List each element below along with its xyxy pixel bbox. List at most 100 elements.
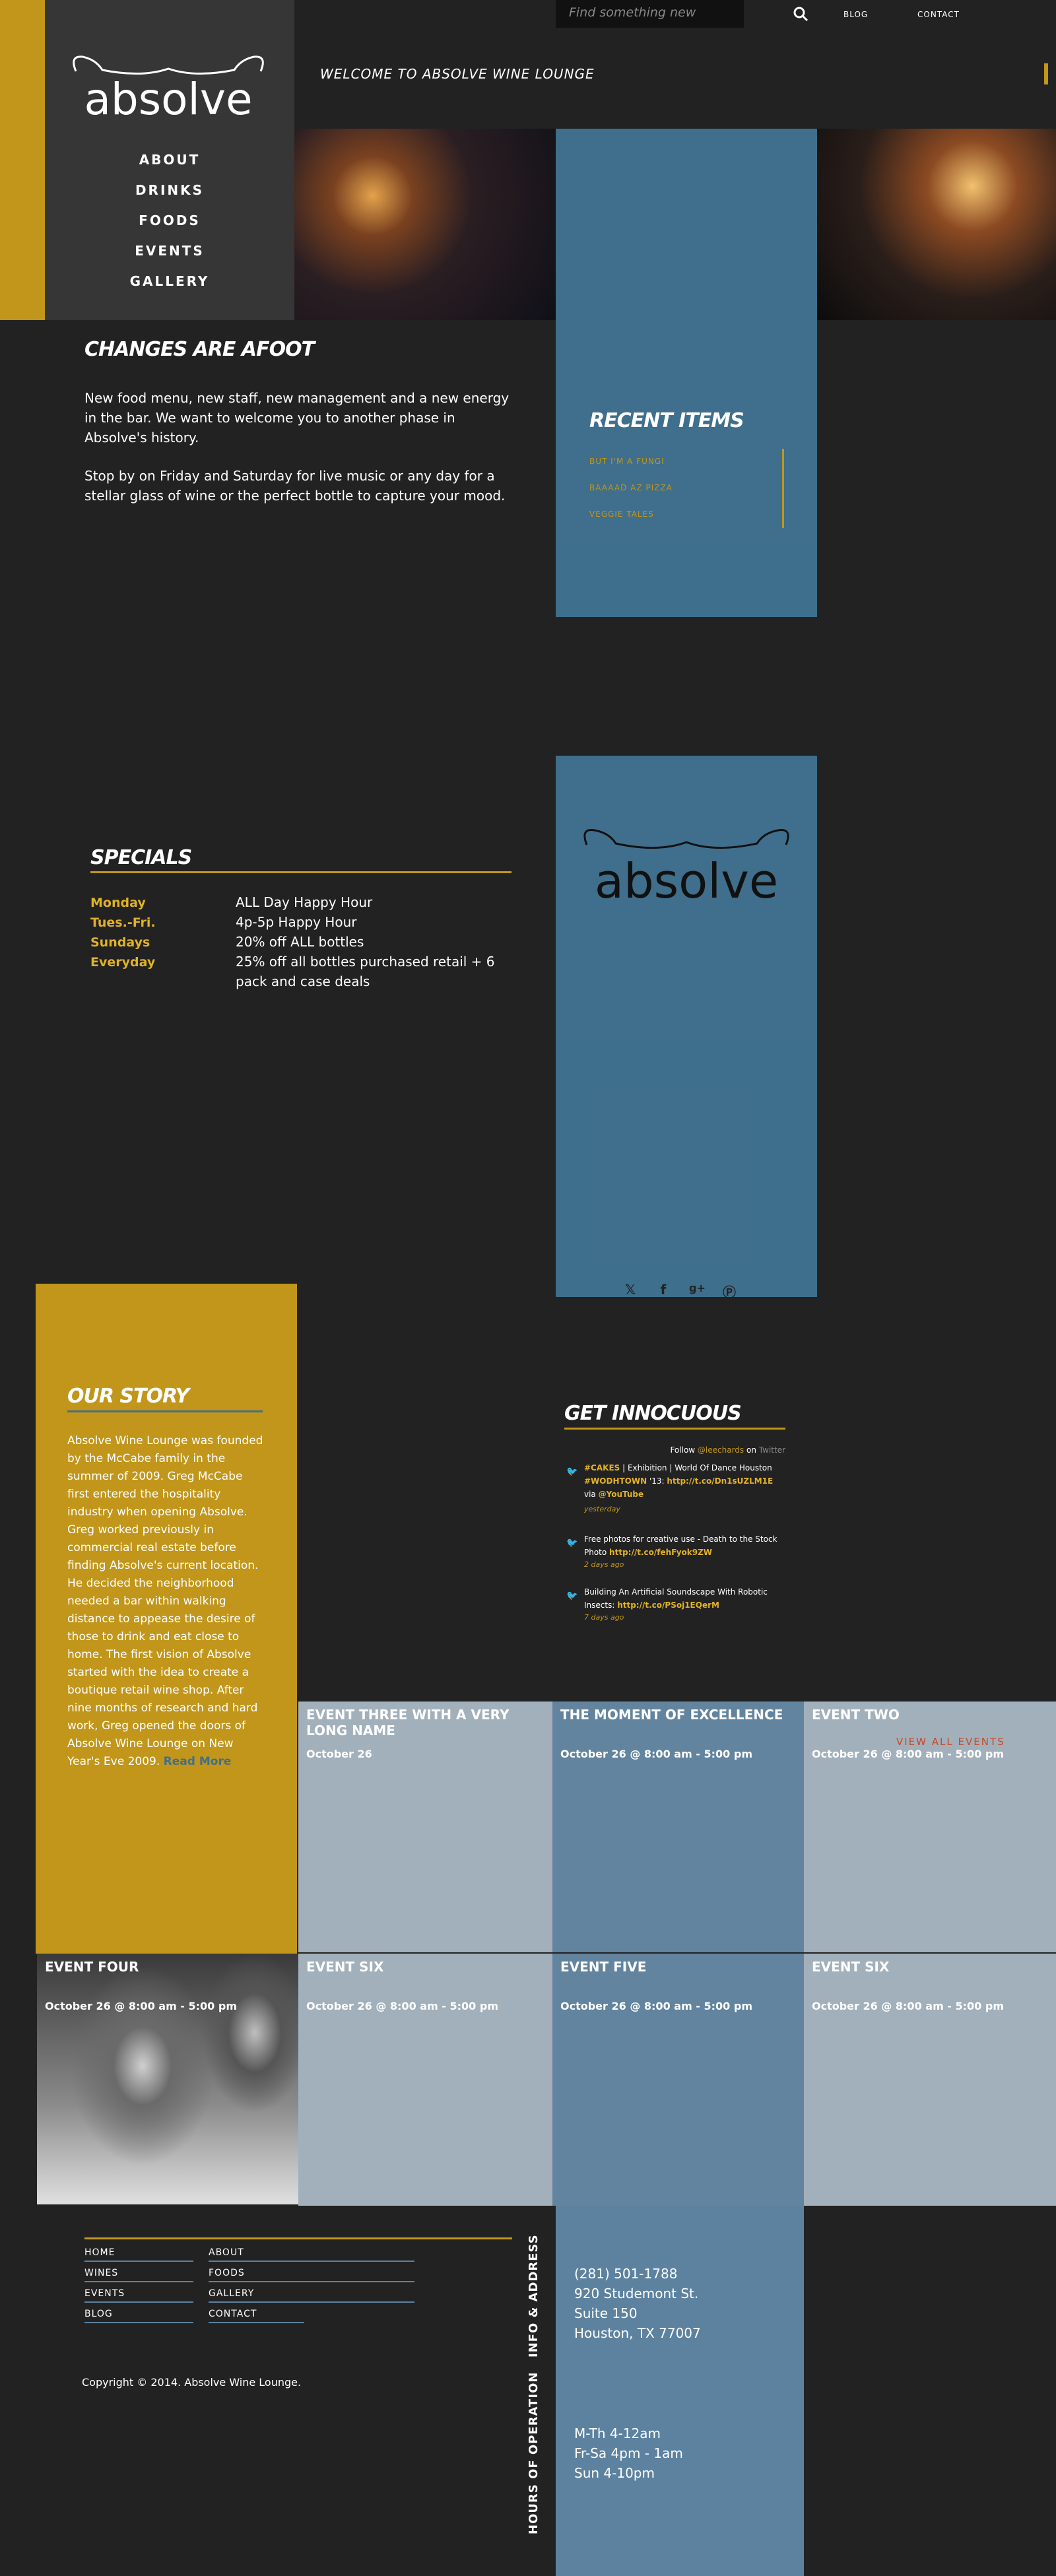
special-deal: 4p-5p Happy Hour	[236, 914, 357, 930]
tweet-link[interactable]: http://t.co/Dn1sUZLM1E	[667, 1476, 773, 1486]
event-card[interactable]: EVENT FIVE October 26 @ 8:00 am - 5:00 p…	[552, 1954, 804, 2206]
hours-label: HOURS OF OPERATION	[527, 2371, 541, 2534]
contact-street: 920 Studemont St.	[574, 2286, 699, 2301]
tweet-link[interactable]: http://t.co/fehFyok9ZW	[609, 1548, 712, 1557]
event-title[interactable]: EVENT SIX	[812, 1959, 1048, 1975]
info-address-label: INFO & ADDRESS	[527, 2234, 541, 2358]
footer-divider	[84, 2237, 512, 2239]
footer-link-contact[interactable]: CONTACT	[209, 2309, 304, 2323]
follow-mid: on	[746, 1445, 756, 1455]
footer-link-blog[interactable]: BLOG	[84, 2309, 193, 2323]
follow-line: Follow @leechards on Twitter	[564, 1445, 785, 1455]
special-deal: 20% off ALL bottles	[236, 934, 364, 950]
tweet-time[interactable]: yesterday	[584, 1505, 620, 1513]
tweet-text: Free photos for creative use - Death to …	[584, 1533, 785, 1559]
lounge-photo	[294, 129, 556, 320]
tweet-hashtag[interactable]: #WODHTOWN	[584, 1476, 647, 1486]
event-title[interactable]: EVENT FIVE	[560, 1959, 796, 1975]
special-deal: 25% off all bottles purchased retail + 6…	[236, 954, 495, 989]
recent-item[interactable]: BUT I'M A FUNGI	[589, 449, 784, 475]
pinterest-icon[interactable]: Ⓟ	[722, 1282, 737, 1300]
hours-line: M-Th 4-12am	[574, 2426, 661, 2441]
absolve-logo-dark: absolve	[583, 828, 789, 909]
top-link-contact[interactable]: CONTACT	[917, 10, 960, 19]
event-date: October 26 @ 8:00 am - 5:00 pm	[560, 2000, 753, 2012]
recent-item[interactable]: VEGGIE TALES	[589, 502, 784, 528]
footer-link-events[interactable]: EVENTS	[84, 2288, 193, 2303]
tweet-time[interactable]: 2 days ago	[584, 1560, 624, 1569]
twitter-link[interactable]: Twitter	[759, 1445, 785, 1455]
nav-events[interactable]: EVENTS	[45, 243, 294, 259]
special-day: Tues.-Fri.	[90, 915, 156, 930]
our-story-divider	[67, 1410, 263, 1412]
tweet-mention[interactable]: @YouTube	[599, 1490, 644, 1499]
hours-line: Sun 4-10pm	[574, 2465, 655, 2481]
top-link-blog[interactable]: BLOG	[843, 10, 868, 19]
hours-line: Fr-Sa 4pm - 1am	[574, 2445, 683, 2461]
tweet-time[interactable]: 7 days ago	[584, 1613, 624, 1622]
event-title[interactable]: EVENT TWO	[812, 1707, 1048, 1723]
special-day: Sundays	[90, 935, 150, 950]
gold-accent-strip	[0, 0, 45, 320]
event-date: October 26 @ 8:00 am - 5:00 pm	[45, 2000, 238, 2012]
our-story-text: Absolve Wine Lounge was founded by the M…	[67, 1432, 265, 1771]
event-title[interactable]: THE MOMENT OF EXCELLENCE	[560, 1707, 796, 1723]
menu-toggle[interactable]	[1044, 63, 1048, 84]
event-card[interactable]: EVENT SIX October 26 @ 8:00 am - 5:00 pm	[298, 1954, 552, 2206]
welcome-banner: WELCOME TO ABSOLVE WINE LOUNGE	[320, 66, 595, 82]
tweet-text-part: via	[584, 1490, 599, 1499]
read-more-link[interactable]: Read More	[164, 1755, 232, 1768]
event-date: October 26 @ 8:00 am - 5:00 pm	[560, 1748, 753, 1760]
specials-title: SPECIALS	[90, 846, 192, 869]
nav-foods[interactable]: FOODS	[45, 213, 294, 228]
changes-title: CHANGES ARE AFOOT	[84, 338, 315, 361]
recent-items-title: RECENT ITEMS	[589, 409, 744, 432]
tweet-text-part: '13:	[647, 1476, 667, 1486]
event-card[interactable]: THE MOMENT OF EXCELLENCE October 26 @ 8:…	[552, 1701, 804, 1952]
special-day: Everyday	[90, 955, 156, 970]
event-title[interactable]: EVENT FOUR	[45, 1959, 290, 1975]
recent-panel-overlay	[556, 546, 817, 617]
logo-text: absolve	[84, 74, 252, 125]
nav-gallery[interactable]: GALLERY	[45, 273, 294, 289]
nav-drinks[interactable]: DRINKS	[45, 182, 294, 198]
special-day: Monday	[90, 896, 146, 910]
footer-link-wines[interactable]: WINES	[84, 2268, 193, 2282]
copyright: Copyright © 2014. Absolve Wine Lounge.	[82, 2376, 302, 2389]
event-card[interactable]: EVENT SIX October 26 @ 8:00 am - 5:00 pm	[804, 1954, 1056, 2206]
tweet-bird-icon: 🐦	[566, 1591, 578, 1601]
twitter-icon[interactable]: 𝕏	[623, 1282, 638, 1298]
event-date: October 26 @ 8:00 am - 5:00 pm	[306, 2000, 499, 2012]
contact-phone[interactable]: (281) 501-1788	[574, 2264, 677, 2284]
follow-prefix: Follow	[670, 1445, 696, 1455]
footer-link-about[interactable]: ABOUT	[209, 2247, 414, 2262]
footer-link-home[interactable]: HOME	[84, 2247, 193, 2262]
google-plus-icon[interactable]: g+	[689, 1282, 706, 1296]
footer-link-gallery[interactable]: GALLERY	[209, 2288, 414, 2303]
changes-paragraph: New food menu, new staff, new management…	[84, 390, 510, 446]
tweet-text: #CAKES | Exhibition | World Of Dance Hou…	[584, 1461, 785, 1501]
event-title[interactable]: EVENT THREE WITH A VERY LONG NAME	[306, 1707, 544, 1738]
event-title[interactable]: EVENT SIX	[306, 1959, 544, 1975]
follow-handle-link[interactable]: @leechards	[698, 1445, 744, 1455]
absolve-logo[interactable]: absolve	[63, 51, 274, 131]
view-all-events-link[interactable]: VIEW ALL EVENTS	[896, 1736, 1005, 1748]
event-date: October 26 @ 8:00 am - 5:00 pm	[812, 2000, 1005, 2012]
tweet-hashtag[interactable]: #CAKES	[584, 1463, 620, 1472]
search-icon[interactable]	[792, 5, 809, 22]
facebook-icon[interactable]: f	[656, 1282, 671, 1298]
changes-paragraph: Stop by on Friday and Saturday for live …	[84, 468, 506, 504]
nav-about[interactable]: ABOUT	[45, 152, 294, 168]
event-card[interactable]: EVENT THREE WITH A VERY LONG NAME Octobe…	[298, 1701, 552, 1952]
bar-photo	[817, 129, 1056, 320]
footer-link-foods[interactable]: FOODS	[209, 2268, 414, 2282]
event-card[interactable]: EVENT FOUR October 26 @ 8:00 am - 5:00 p…	[37, 1954, 298, 2204]
recent-item[interactable]: BAAAAD AZ PIZZA	[589, 475, 784, 502]
logo-panel-overlay	[556, 1046, 817, 1297]
search-input[interactable]: Find something new	[556, 0, 744, 28]
tweet-link[interactable]: http://t.co/PSoj1EQerM	[617, 1601, 719, 1610]
recent-items-panel	[556, 129, 817, 617]
twitter-feed-title: GET INNOCUOUS	[564, 1402, 742, 1425]
contact-suite: Suite 150	[574, 2305, 638, 2321]
specials-divider	[90, 871, 512, 873]
